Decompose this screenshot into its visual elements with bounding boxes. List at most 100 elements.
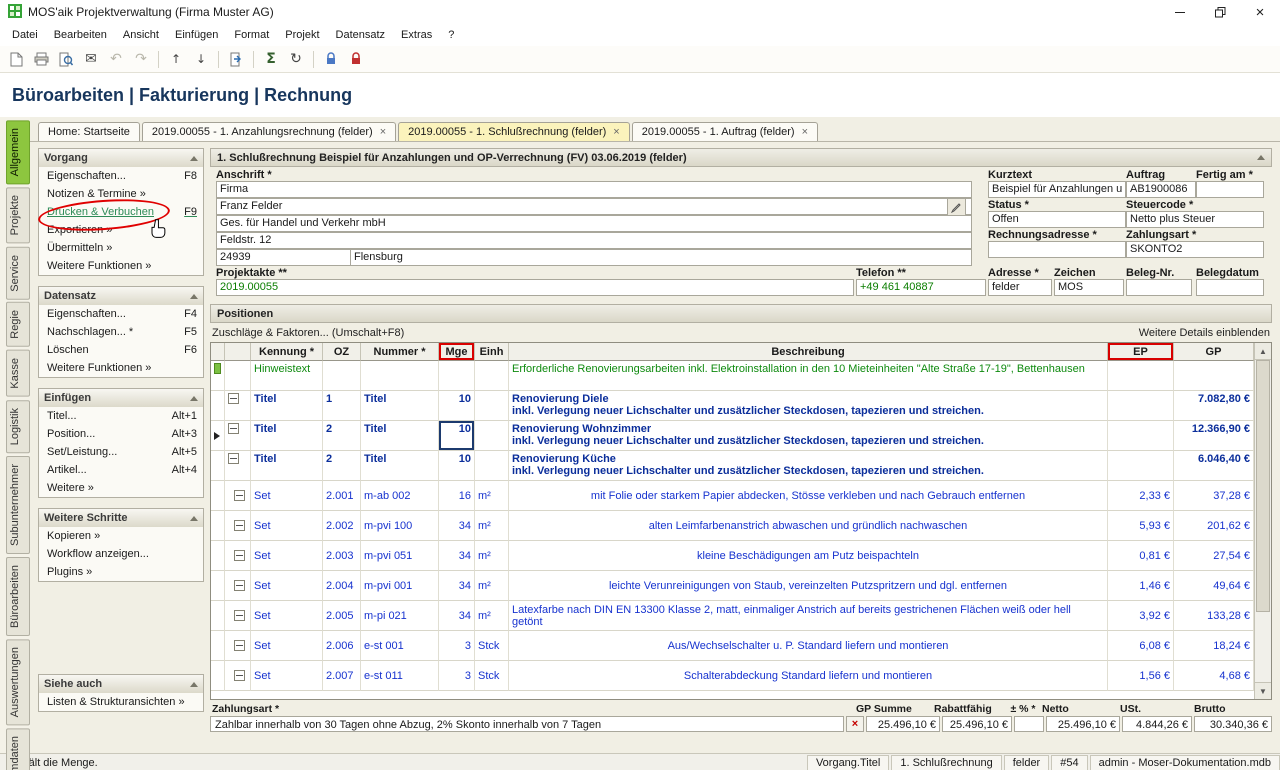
sidebar-item-plugins[interactable]: Plugins » — [39, 563, 203, 581]
cell-ep[interactable] — [1108, 451, 1174, 481]
cell-beschreibung[interactable]: Erforderliche Renovierungsarbeiten inkl.… — [509, 361, 1108, 391]
cell-kennung[interactable]: Set — [251, 541, 323, 571]
scroll-down-icon[interactable]: ▼ — [1255, 682, 1271, 699]
sidebar-item-kopieren[interactable]: Kopieren » — [39, 527, 203, 545]
weitere-details-link[interactable]: Weitere Details einblenden — [1139, 327, 1270, 339]
row-selector[interactable] — [211, 391, 225, 421]
module-tab-stammdaten[interactable]: Stammdaten — [6, 728, 30, 770]
collapse-box-icon[interactable] — [228, 453, 239, 464]
cell-beschreibung[interactable]: alten Leimfarbenanstrich abwaschen und g… — [509, 511, 1108, 541]
fertig-am-field[interactable] — [1196, 181, 1264, 198]
sidebar-item-nachschlagen[interactable]: Nachschlagen... * F5 — [39, 323, 203, 341]
panel-header[interactable]: Weitere Schritte — [39, 509, 203, 527]
sidebar-item-weitere[interactable]: Weitere » — [39, 479, 203, 497]
sidebar-item-position[interactable]: Position... Alt+3 — [39, 425, 203, 443]
sidebar-item-titel[interactable]: Titel... Alt+1 — [39, 407, 203, 425]
module-tab-projekte[interactable]: Projekte — [6, 187, 30, 243]
kurztext-field[interactable]: Beispiel für Anzahlungen u — [988, 181, 1126, 198]
cell-beschreibung[interactable]: kleine Beschädigungen am Putz beispachte… — [509, 541, 1108, 571]
cell-beschreibung[interactable]: mit Folie oder starkem Papier abdecken, … — [509, 481, 1108, 511]
auftrag-field[interactable]: AB1900086 — [1126, 181, 1196, 198]
cell-beschreibung[interactable]: Renovierung Wohnzimmer inkl. Verlegung n… — [509, 421, 1108, 451]
expand-cell[interactable] — [225, 451, 251, 481]
expand-cell[interactable] — [225, 601, 251, 631]
expand-cell[interactable] — [225, 481, 251, 511]
lock-blue-icon[interactable] — [319, 48, 343, 70]
module-tab-allgemein[interactable]: Allgemein — [6, 120, 30, 184]
collapse-icon[interactable] — [190, 682, 198, 687]
cell-oz[interactable]: 2.007 — [323, 661, 361, 691]
table-row-titel-1[interactable]: Titel 1 Titel 10 Renovierung Diele inkl.… — [211, 391, 1254, 421]
zuschlaege-faktoren-link[interactable]: Zuschläge & Faktoren... (Umschalt+F8) — [212, 327, 404, 339]
cell-einh[interactable]: m² — [475, 571, 509, 601]
header-beschreibung[interactable]: Beschreibung — [509, 343, 1108, 361]
menu-bearbeiten[interactable]: Bearbeiten — [46, 27, 115, 43]
collapse-icon[interactable] — [190, 396, 198, 401]
cell-gp[interactable]: 27,54 € — [1174, 541, 1254, 571]
rechnungsadresse-field[interactable] — [988, 241, 1126, 258]
collapse-box-icon[interactable] — [234, 640, 245, 651]
sidebar-item-listen-strukturansichten[interactable]: Listen & Strukturansichten » — [39, 693, 203, 711]
tab-home[interactable]: Home: Startseite — [38, 122, 140, 141]
cell-ep[interactable]: 1,46 € — [1108, 571, 1174, 601]
city-field[interactable]: Flensburg — [350, 249, 972, 266]
sidebar-item-exportieren[interactable]: Exportieren » — [39, 221, 203, 239]
cell-ep[interactable]: 6,08 € — [1108, 631, 1174, 661]
row-selector[interactable] — [211, 541, 225, 571]
row-selector[interactable] — [211, 421, 225, 451]
cell-einh[interactable]: m² — [475, 541, 509, 571]
menu-hilfe[interactable]: ? — [440, 27, 462, 43]
close-tab-icon[interactable]: × — [613, 126, 619, 138]
cell-ep[interactable] — [1108, 421, 1174, 451]
module-tab-subunternehmer[interactable]: Subunternehmer — [6, 456, 30, 554]
tab-schlussrechnung[interactable]: 2019.00055 - 1. Schlußrechnung (felder) … — [398, 122, 630, 141]
address-line1-field[interactable]: Firma — [216, 181, 972, 198]
table-row-set-2002[interactable]: Set 2.002 m-pvi 100 34 m² alten Leimfarb… — [211, 511, 1254, 541]
close-tab-icon[interactable]: × — [380, 126, 386, 138]
collapse-icon[interactable] — [190, 516, 198, 521]
cell-gp[interactable]: 18,24 € — [1174, 631, 1254, 661]
cell-gp[interactable]: 49,64 € — [1174, 571, 1254, 601]
lock-red-icon[interactable] — [344, 48, 368, 70]
tab-auftrag[interactable]: 2019.00055 - 1. Auftrag (felder) × — [632, 122, 818, 141]
cell-nummer[interactable]: m-ab 002 — [361, 481, 439, 511]
row-selector[interactable] — [211, 481, 225, 511]
cell-kennung[interactable]: Set — [251, 481, 323, 511]
header-expand[interactable] — [225, 343, 251, 361]
expand-cell[interactable] — [225, 631, 251, 661]
cell-oz[interactable]: 2.002 — [323, 511, 361, 541]
row-selector[interactable] — [211, 631, 225, 661]
module-tab-logistik[interactable]: Logistik — [6, 400, 30, 453]
collapse-box-icon[interactable] — [234, 550, 245, 561]
table-row-titel-3[interactable]: Titel 2 Titel 10 Renovierung Küche inkl.… — [211, 451, 1254, 481]
cell-gp[interactable]: 6.046,40 € — [1174, 451, 1254, 481]
cell-nummer[interactable]: Titel — [361, 391, 439, 421]
table-row-set-2001[interactable]: Set 2.001 m-ab 002 16 m² mit Folie oder … — [211, 481, 1254, 511]
cell-oz[interactable]: 2 — [323, 421, 361, 451]
header-einh[interactable]: Einh — [475, 343, 509, 361]
sidebar-item-notizen-termine[interactable]: Notizen & Termine » — [39, 185, 203, 203]
table-row-hinweistext[interactable]: Hinweistext Erforderliche Renovierungsar… — [211, 361, 1254, 391]
cell-kennung[interactable]: Titel — [251, 391, 323, 421]
cell-mge[interactable]: 16 — [439, 481, 475, 511]
row-selector[interactable] — [211, 661, 225, 691]
new-document-icon[interactable] — [4, 48, 28, 70]
cell-kennung[interactable]: Titel — [251, 421, 323, 451]
steuercode-field[interactable]: Netto plus Steuer — [1126, 211, 1264, 228]
sidebar-item-artikel[interactable]: Artikel... Alt+4 — [39, 461, 203, 479]
table-row-set-2007[interactable]: Set 2.007 e-st 011 3 Stck Schalterabdeck… — [211, 661, 1254, 691]
cell-einh[interactable]: Stck — [475, 631, 509, 661]
print-icon[interactable] — [29, 48, 53, 70]
cell-oz[interactable]: 2.006 — [323, 631, 361, 661]
cell-nummer[interactable]: m-pi 021 — [361, 601, 439, 631]
cell-nummer[interactable]: e-st 001 — [361, 631, 439, 661]
cell-oz[interactable]: 2.004 — [323, 571, 361, 601]
cell-mge[interactable]: 3 — [439, 631, 475, 661]
cell-kennung[interactable]: Set — [251, 631, 323, 661]
collapse-box-icon[interactable] — [234, 520, 245, 531]
module-tab-regie[interactable]: Regie — [6, 302, 30, 347]
module-tab-bueroarbeiten[interactable]: Büroarbeiten — [6, 557, 30, 636]
cell-beschreibung[interactable]: Aus/Wechselschalter u. P. Standard liefe… — [509, 631, 1108, 661]
menu-einfuegen[interactable]: Einfügen — [167, 27, 226, 43]
cell-beschreibung[interactable]: leichte Verunreinigungen von Staub, vere… — [509, 571, 1108, 601]
